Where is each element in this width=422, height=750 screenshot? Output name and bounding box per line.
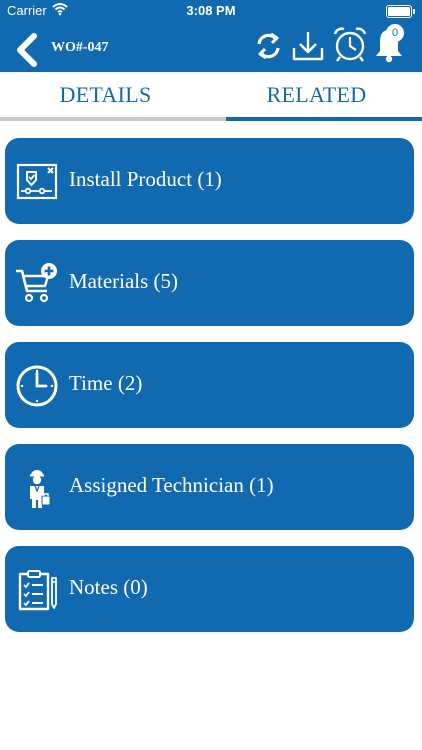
- download-icon[interactable]: [291, 30, 325, 62]
- tab-related[interactable]: RELATED: [211, 72, 422, 120]
- clock-icon: [16, 365, 58, 407]
- related-card-materials[interactable]: Materials (5): [5, 240, 414, 326]
- card-label: Assigned Technician (1): [69, 473, 274, 497]
- card-label: Time (2): [69, 371, 143, 395]
- install-product-icon: [16, 163, 58, 200]
- refresh-icon[interactable]: [255, 31, 282, 61]
- tab-bar: DETAILS RELATED: [0, 72, 422, 120]
- technician-icon: [30, 470, 51, 508]
- alarm-clock-icon[interactable]: [332, 26, 368, 64]
- related-card-install-product[interactable]: Install Product (1): [5, 138, 414, 224]
- cart-add-icon: [16, 263, 57, 303]
- tab-related-active-indicator: [226, 117, 422, 121]
- tab-details[interactable]: DETAILS: [0, 72, 211, 120]
- related-card-notes[interactable]: Notes (0): [5, 546, 414, 632]
- card-label: Materials (5): [69, 269, 179, 293]
- related-card-assigned-technician[interactable]: Assigned Technician (1): [5, 444, 414, 530]
- clipboard-notes-icon: [18, 570, 57, 611]
- tab-details-underline: [0, 117, 226, 121]
- back-chevron-icon[interactable]: [13, 33, 41, 67]
- work-order-title: WO#-047: [51, 40, 109, 55]
- related-card-time[interactable]: Time (2): [5, 342, 414, 428]
- card-label: Notes (0): [69, 575, 148, 599]
- status-time: 3:08 PM: [186, 3, 236, 18]
- app-header: Carrier 3:08 PM WO#-047 0: [0, 0, 422, 72]
- card-label: Install Product (1): [69, 167, 222, 191]
- status-bar: Carrier 3:08 PM: [0, 0, 422, 22]
- battery-icon: [386, 5, 415, 18]
- notification-badge: 0: [386, 24, 404, 42]
